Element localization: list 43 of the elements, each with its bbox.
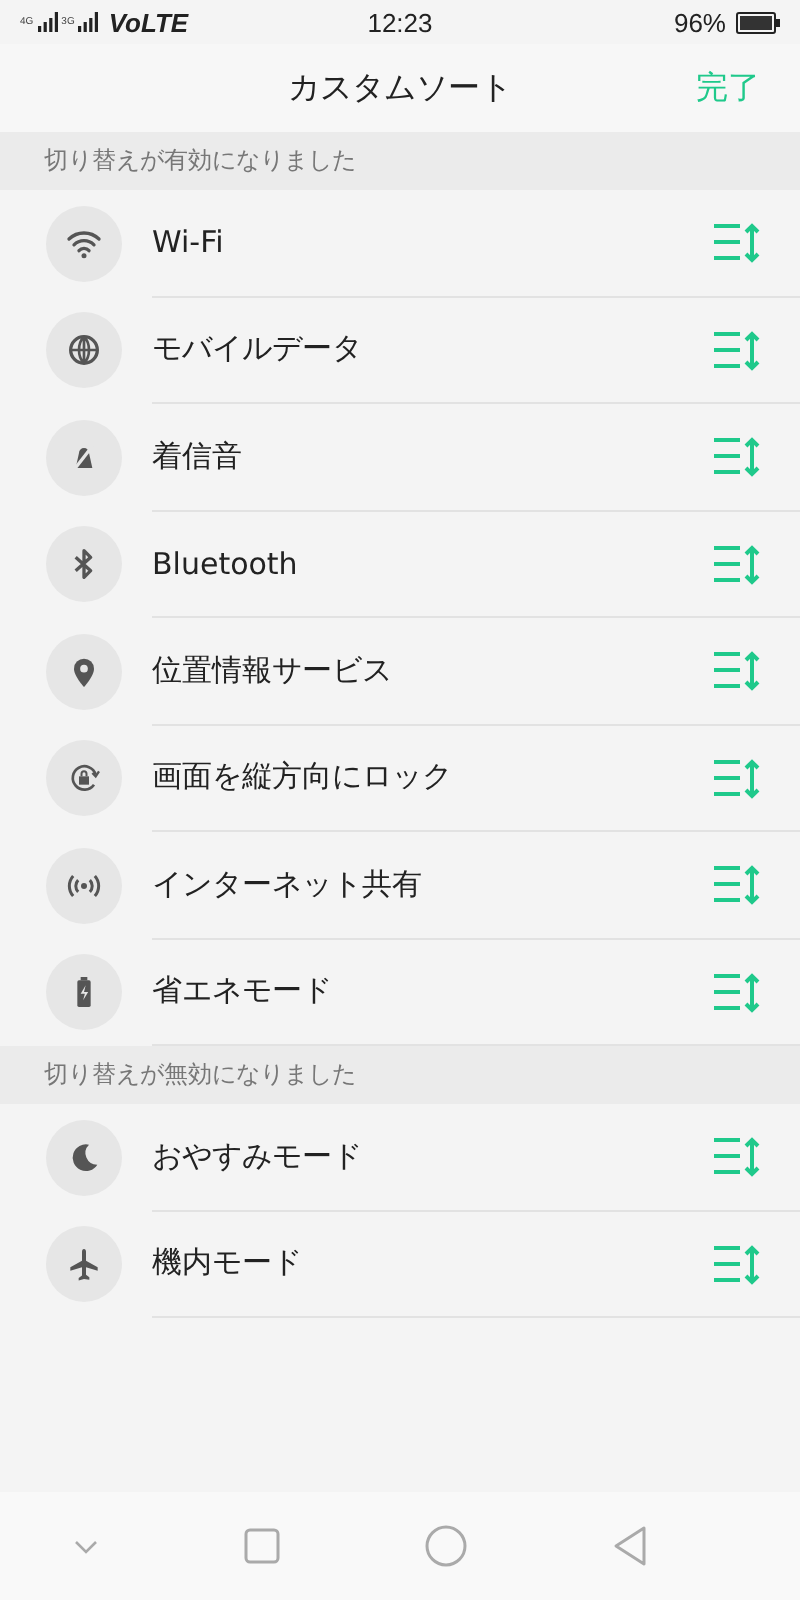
toggle-name: 画面を縦方向にロック (152, 758, 452, 797)
reorder-handle-icon[interactable] (712, 862, 764, 907)
battery-icon (46, 954, 122, 1031)
rotation-lock-icon (46, 740, 122, 817)
toggle-name: 着信音 (152, 437, 242, 476)
bluetooth-icon (46, 526, 122, 603)
signal-icon (37, 12, 58, 32)
battery-percent: 96% (673, 7, 726, 37)
hotspot-icon (46, 847, 122, 924)
reorder-handle-icon[interactable] (712, 327, 764, 372)
clock: 12:23 (367, 7, 433, 37)
volte-label: VoLTE (108, 7, 189, 37)
screen-title: カスタムソート (288, 67, 512, 109)
toggle-name: 位置情報サービス (152, 651, 392, 690)
toggle-name: 省エネモード (152, 972, 332, 1011)
reorder-handle-icon[interactable] (712, 1134, 764, 1179)
reorder-handle-icon[interactable] (712, 434, 764, 479)
section-header: 切り替えが無効になりました (0, 1046, 800, 1104)
toggle-name: 機内モード (152, 1244, 302, 1283)
section-header: 切り替えが有効になりました (0, 132, 800, 190)
recent-apps-icon[interactable] (244, 1528, 280, 1564)
toggle-name: インターネット共有 (152, 865, 422, 904)
globe-icon (46, 312, 122, 389)
toggle-name: モバイルデータ (152, 330, 362, 369)
chevron-down-icon[interactable] (72, 1536, 100, 1556)
done-button[interactable]: 完了 (696, 67, 760, 109)
reorder-handle-icon[interactable] (712, 648, 764, 693)
home-icon[interactable] (424, 1524, 468, 1568)
location-pin-icon (46, 633, 122, 710)
reorder-handle-icon[interactable] (712, 541, 764, 586)
wifi-icon (46, 205, 122, 282)
reorder-handle-icon[interactable] (712, 220, 764, 265)
toggle-name: おやすみモード (152, 1137, 362, 1176)
reorder-handle-icon[interactable] (712, 755, 764, 800)
reorder-handle-icon[interactable] (712, 969, 764, 1014)
toggle-name: Wi-Fi (152, 224, 224, 261)
toggle-name: Bluetooth (152, 545, 298, 582)
reorder-handle-icon[interactable] (712, 1241, 764, 1286)
signal-icon (78, 12, 99, 32)
moon-icon (46, 1119, 122, 1196)
battery-icon (736, 11, 780, 33)
airplane-icon (46, 1226, 122, 1303)
back-icon[interactable] (612, 1524, 648, 1568)
